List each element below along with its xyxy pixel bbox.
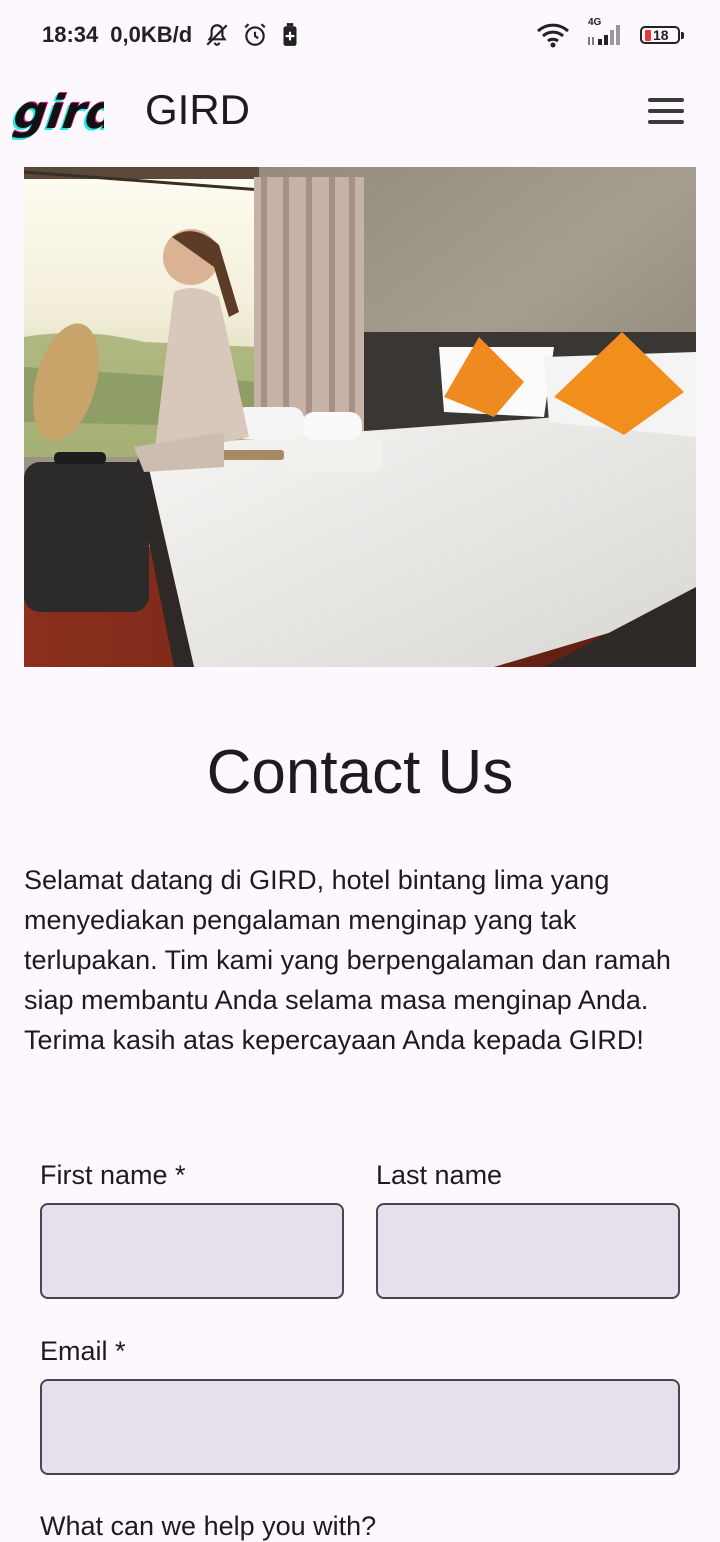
signal-icon: 4G <box>586 17 624 47</box>
battery-saver-icon <box>280 22 300 48</box>
battery-level: 18 <box>653 27 669 43</box>
network-type: 4G <box>588 17 602 28</box>
status-time: 18:34 <box>42 22 99 47</box>
last-name-field[interactable] <box>376 1203 680 1299</box>
mute-icon <box>204 22 230 48</box>
alarm-icon <box>242 22 268 48</box>
wifi-icon <box>536 22 570 48</box>
status-network-speed: 0,0KB/d <box>110 22 193 47</box>
status-bar: 18:34 0,0KB/d 4G 18 <box>0 0 720 70</box>
intro-paragraph: Selamat datang di GIRD, hotel bintang li… <box>24 865 671 1055</box>
gird-logo[interactable]: gird gird gird <box>8 84 124 147</box>
page-heading: Contact Us <box>206 738 514 807</box>
app-title: GIRD <box>145 86 250 133</box>
first-name-field[interactable] <box>40 1203 344 1299</box>
hamburger-menu-icon[interactable] <box>648 92 696 130</box>
help-topic-label: What can we help you with? <box>40 1511 377 1541</box>
app-bar: gird gird gird GIRD <box>0 70 720 150</box>
email-label: Email * <box>40 1336 126 1366</box>
last-name-label: Last name <box>376 1160 503 1190</box>
svg-text:gird: gird <box>12 86 104 139</box>
first-name-label: First name * <box>40 1160 186 1190</box>
email-field[interactable] <box>40 1379 680 1475</box>
hero-image <box>24 167 696 667</box>
battery-icon: 18 <box>640 26 684 44</box>
